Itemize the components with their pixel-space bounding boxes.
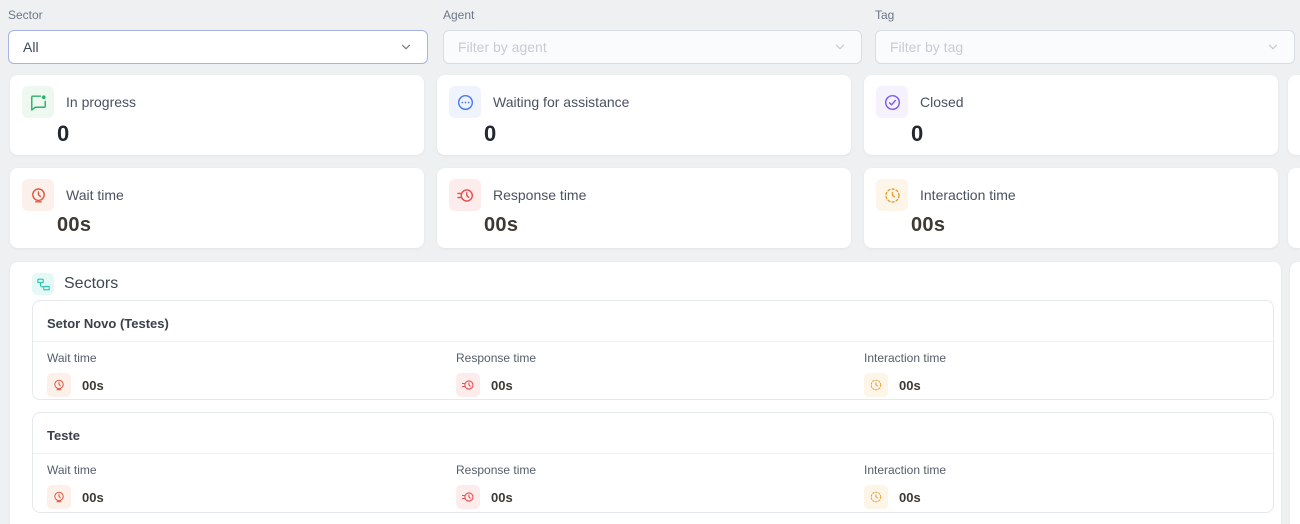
sector-metric: Wait time 00s <box>47 351 456 397</box>
clock-speed-icon <box>449 179 481 211</box>
overflow-card-sliver <box>1288 168 1300 248</box>
agent-filter: Agent Filter by agent <box>443 8 862 64</box>
metric-value: 00s <box>82 490 104 505</box>
metric-value: 00s <box>899 378 921 393</box>
response-time-label: Response time <box>493 187 586 203</box>
sector-select[interactable]: All <box>8 30 428 64</box>
sector-name: Teste <box>33 413 1273 453</box>
in-progress-value: 0 <box>57 121 424 147</box>
metric-label: Response time <box>456 351 864 365</box>
clock-dashed-icon <box>864 373 888 397</box>
clock-speed-icon <box>456 485 480 509</box>
ellipsis-circle-icon <box>449 86 481 118</box>
sectors-panel: Sectors Setor Novo (Testes) Wait time 00… <box>10 262 1281 524</box>
chevron-down-icon <box>399 40 413 54</box>
agent-filter-label: Agent <box>443 8 862 22</box>
tag-select-placeholder: Filter by tag <box>890 39 963 55</box>
wait-time-card: Wait time 00s <box>10 168 424 248</box>
interaction-time-value: 00s <box>911 214 1278 237</box>
sector-select-value: All <box>23 39 39 55</box>
sector-name: Setor Novo (Testes) <box>33 301 1273 341</box>
alarm-clock-icon <box>47 373 71 397</box>
waiting-card: Waiting for assistance 0 <box>437 75 851 155</box>
metric-label: Interaction time <box>864 351 1259 365</box>
flow-icon <box>32 273 54 295</box>
metric-value: 00s <box>491 490 513 505</box>
agent-select-placeholder: Filter by agent <box>458 39 547 55</box>
wait-time-label: Wait time <box>66 187 124 203</box>
in-progress-card: In progress 0 <box>10 75 424 155</box>
agent-select[interactable]: Filter by agent <box>443 30 862 64</box>
overflow-card-sliver <box>1288 75 1300 155</box>
sector-metric: Response time 00s <box>456 351 864 397</box>
metric-value: 00s <box>82 378 104 393</box>
clock-dashed-icon <box>876 179 908 211</box>
response-time-value: 00s <box>484 214 851 237</box>
clock-dashed-icon <box>864 485 888 509</box>
interaction-time-card: Interaction time 00s <box>864 168 1278 248</box>
closed-card: Closed 0 <box>864 75 1278 155</box>
metric-label: Response time <box>456 463 864 477</box>
tag-filter: Tag Filter by tag <box>875 8 1295 64</box>
dashboard: Sector All Agent Filter by agent Tag Fil… <box>0 0 1300 524</box>
alarm-clock-icon <box>47 485 71 509</box>
tag-select[interactable]: Filter by tag <box>875 30 1295 64</box>
metric-value: 00s <box>899 490 921 505</box>
metric-label: Wait time <box>47 463 456 477</box>
sector-metric: Wait time 00s <box>47 463 456 509</box>
waiting-label: Waiting for assistance <box>493 94 629 110</box>
response-time-card: Response time 00s <box>437 168 851 248</box>
sector-card: Teste Wait time 00s Response time <box>32 412 1274 513</box>
metric-value: 00s <box>491 378 513 393</box>
chevron-down-icon <box>833 40 847 54</box>
metric-label: Interaction time <box>864 463 1259 477</box>
alarm-clock-icon <box>22 179 54 211</box>
sectors-title: Sectors <box>64 275 118 293</box>
check-circle-icon <box>876 86 908 118</box>
waiting-value: 0 <box>484 121 851 147</box>
interaction-time-label: Interaction time <box>920 187 1016 203</box>
closed-value: 0 <box>911 121 1278 147</box>
in-progress-label: In progress <box>66 94 136 110</box>
sector-metric: Response time 00s <box>456 463 864 509</box>
clock-speed-icon <box>456 373 480 397</box>
sector-metric: Interaction time 00s <box>864 463 1259 509</box>
wait-time-value: 00s <box>57 214 424 237</box>
overflow-panel-sliver <box>1290 262 1300 524</box>
sector-metric: Interaction time 00s <box>864 351 1259 397</box>
chevron-down-icon <box>1266 40 1280 54</box>
chat-dot-icon <box>22 86 54 118</box>
tag-filter-label: Tag <box>875 8 1295 22</box>
sector-card: Setor Novo (Testes) Wait time 00s Respon… <box>32 300 1274 400</box>
metric-label: Wait time <box>47 351 456 365</box>
sector-filter: Sector All <box>8 8 428 64</box>
closed-label: Closed <box>920 94 964 110</box>
sector-filter-label: Sector <box>8 8 428 22</box>
